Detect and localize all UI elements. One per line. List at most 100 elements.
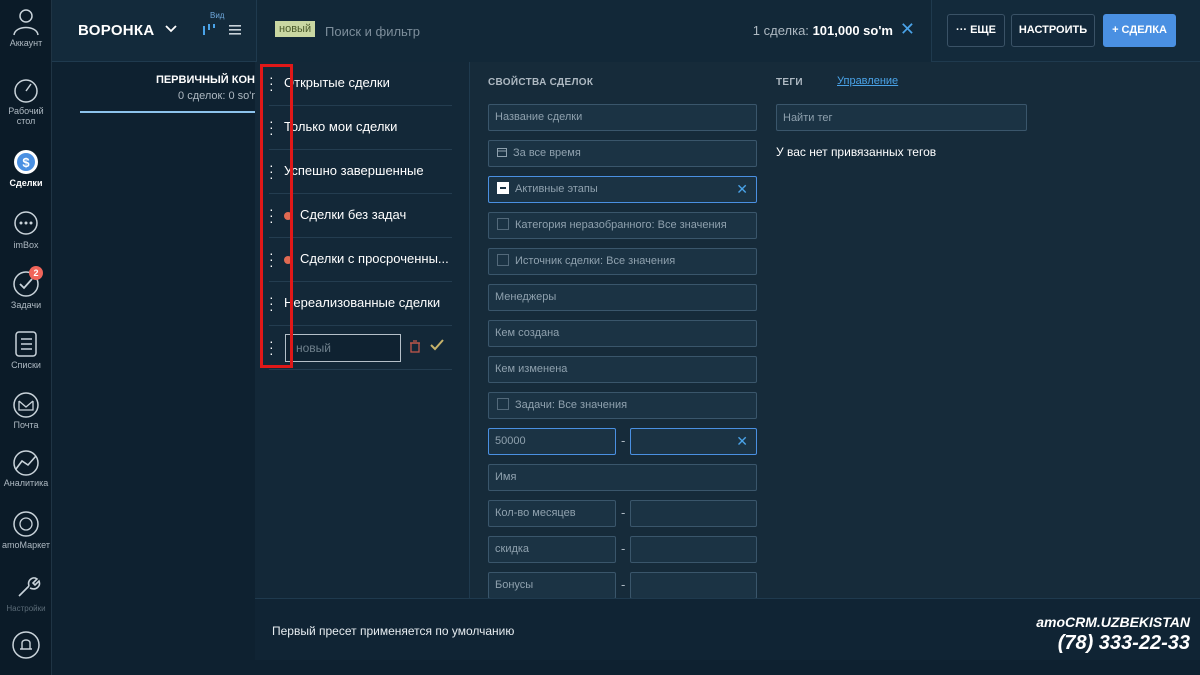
configure-button[interactable]: НАСТРОИТЬ bbox=[1011, 14, 1095, 47]
preset-label: Сделки без задач bbox=[300, 207, 407, 222]
sidebar-item-label: Списки bbox=[11, 360, 41, 370]
range-dash: - bbox=[621, 541, 626, 556]
chat-icon bbox=[14, 211, 38, 235]
name-field[interactable]: Имя bbox=[488, 464, 757, 491]
range-dash: - bbox=[621, 577, 626, 592]
deal-count-value: 101,000 so'm bbox=[812, 23, 893, 38]
funnel-label: ВОРОНКА bbox=[78, 22, 155, 39]
mail-icon bbox=[13, 392, 39, 418]
range-dash: - bbox=[621, 505, 626, 520]
sidebar-item-settings[interactable]: Настройки bbox=[0, 572, 52, 614]
pipeline-column-title: ПЕРВИЧНЫЙ КОН bbox=[155, 74, 255, 86]
funnel-selector[interactable]: ВОРОНКА bbox=[78, 22, 177, 39]
sidebar-item-dashboard[interactable]: Рабочий стол bbox=[0, 78, 52, 126]
range-dash: - bbox=[621, 433, 626, 448]
sidebar-item-label: Настройки bbox=[6, 604, 46, 613]
lists-icon bbox=[15, 331, 37, 357]
sidebar-item-label: Почта bbox=[13, 420, 39, 430]
period-select[interactable]: За все время bbox=[488, 140, 757, 167]
clear-filter-icon[interactable]: ✕ bbox=[900, 19, 915, 40]
pipeline-view-icon[interactable] bbox=[202, 24, 216, 36]
brand-phone: (78) 333-22-33 bbox=[1057, 632, 1190, 654]
sidebar-item-deals[interactable]: $ Сделки bbox=[0, 148, 52, 188]
preset-item[interactable]: · · · Успешно завершенные bbox=[269, 150, 452, 194]
pipeline-column-divider bbox=[80, 111, 255, 113]
footer-note: Первый пресет применяется по умолчанию bbox=[272, 624, 515, 638]
calendar-icon bbox=[497, 148, 507, 157]
period-value: За все время bbox=[513, 147, 581, 159]
search-bar: новый 1 сделка: 101,000 so'm ✕ bbox=[256, 0, 932, 62]
managers-select[interactable]: Менеджеры bbox=[488, 284, 757, 311]
preset-item[interactable]: · · · Открытые сделки bbox=[269, 62, 452, 106]
bell-icon bbox=[12, 631, 40, 659]
months-from-input[interactable]: Кол-во месяцев bbox=[488, 500, 616, 527]
deals-icon: $ bbox=[14, 150, 38, 174]
tag-search-input[interactable] bbox=[776, 104, 1027, 131]
source-select[interactable]: Источник сделки: Все значения bbox=[488, 248, 757, 275]
preset-label: Успешно завершенные bbox=[284, 163, 424, 178]
modified-by-select[interactable]: Кем изменена bbox=[488, 356, 757, 383]
add-deal-button[interactable]: + СДЕЛКА bbox=[1103, 14, 1176, 47]
more-button[interactable]: ··· ЕЩЕ bbox=[947, 14, 1005, 47]
sidebar-item-imbox[interactable]: imBox bbox=[0, 210, 52, 250]
new-preset-input[interactable] bbox=[285, 334, 401, 362]
sidebar-item-label: Рабочий стол bbox=[8, 106, 44, 126]
manage-tags-link[interactable]: Управление bbox=[837, 75, 898, 87]
preset-label: Открытые сделки bbox=[284, 75, 390, 90]
checkbox-icon bbox=[497, 254, 509, 266]
tasks-badge: 2 bbox=[29, 266, 43, 280]
sidebar-item-lists[interactable]: Списки bbox=[0, 330, 52, 370]
account-icon bbox=[13, 9, 39, 36]
dashboard-icon bbox=[14, 79, 38, 103]
sidebar-item-label: imBox bbox=[13, 240, 39, 250]
new-preset-row: · · · bbox=[269, 326, 452, 370]
view-label: Вид bbox=[210, 11, 225, 20]
discount-from-input[interactable]: скидка bbox=[488, 536, 616, 563]
created-by-select[interactable]: Кем создана bbox=[488, 320, 757, 347]
deal-count: 1 сделка: 101,000 so'm bbox=[753, 23, 893, 38]
no-tags-text: У вас нет привязанных тегов bbox=[776, 145, 937, 159]
category-select[interactable]: Категория неразобранного: Все значения bbox=[488, 212, 757, 239]
drag-handles-highlight bbox=[260, 64, 293, 368]
preset-item[interactable]: · · · Нереализованные сделки bbox=[269, 282, 452, 326]
months-to-input[interactable] bbox=[630, 500, 757, 527]
budget-to-input[interactable]: ✕ bbox=[630, 428, 757, 455]
sidebar-item-analytics[interactable]: Аналитика bbox=[0, 450, 52, 488]
pipeline-column-summary: 0 сделок: 0 so'r bbox=[178, 90, 255, 102]
source-value: Источник сделки: Все значения bbox=[515, 255, 676, 267]
clear-budget-icon[interactable]: ✕ bbox=[736, 429, 748, 454]
settings-icon bbox=[18, 577, 41, 597]
svg-text:$: $ bbox=[22, 155, 30, 170]
tasks-value: Задачи: Все значения bbox=[515, 399, 628, 411]
deal-name-field[interactable]: Название сделки bbox=[488, 104, 757, 131]
preset-label: Сделки с просроченны... bbox=[300, 251, 448, 266]
search-input[interactable] bbox=[325, 21, 625, 41]
preset-item[interactable]: · · · Сделки без задач bbox=[269, 194, 452, 238]
bonuses-from-input[interactable]: Бонусы bbox=[488, 572, 616, 599]
stages-select[interactable]: Активные этапы ✕ bbox=[488, 176, 757, 203]
pipeline-column-header: ПЕРВИЧНЫЙ КОН 0 сделок: 0 so'r bbox=[80, 74, 255, 102]
filter-panel: · · · Открытые сделки · · · Только мои сделк… bbox=[255, 62, 1200, 660]
view-switcher bbox=[202, 23, 242, 38]
preset-item[interactable]: · · · Только мои сделки bbox=[269, 106, 452, 150]
search-preset-tag[interactable]: новый bbox=[275, 21, 316, 37]
bonuses-to-input[interactable] bbox=[630, 572, 757, 599]
partial-checkbox-icon bbox=[497, 182, 509, 194]
sidebar-item-market[interactable]: amoМаркет bbox=[0, 510, 52, 550]
sidebar-item-tasks[interactable]: 2 Задачи bbox=[0, 266, 52, 310]
category-value: Категория неразобранного: Все значения bbox=[515, 219, 727, 231]
analytics-icon bbox=[13, 450, 39, 476]
budget-from-input[interactable]: 50000 bbox=[488, 428, 616, 455]
list-view-icon[interactable] bbox=[228, 24, 242, 36]
sidebar-item-account[interactable]: Аккаунт bbox=[0, 6, 52, 48]
clear-stages-icon[interactable]: ✕ bbox=[736, 177, 748, 202]
check-icon[interactable] bbox=[429, 338, 445, 352]
sidebar-item-notifications[interactable] bbox=[0, 630, 52, 660]
brand-name: amoCRM.UZBEKISTAN bbox=[1036, 614, 1190, 630]
tasks-select[interactable]: Задачи: Все значения bbox=[488, 392, 757, 419]
preset-item[interactable]: · · · Сделки с просроченны... bbox=[269, 238, 452, 282]
sidebar-item-mail[interactable]: Почта bbox=[0, 392, 52, 430]
sidebar-item-label: Сделки bbox=[9, 178, 43, 188]
discount-to-input[interactable] bbox=[630, 536, 757, 563]
trash-icon[interactable] bbox=[409, 340, 421, 353]
